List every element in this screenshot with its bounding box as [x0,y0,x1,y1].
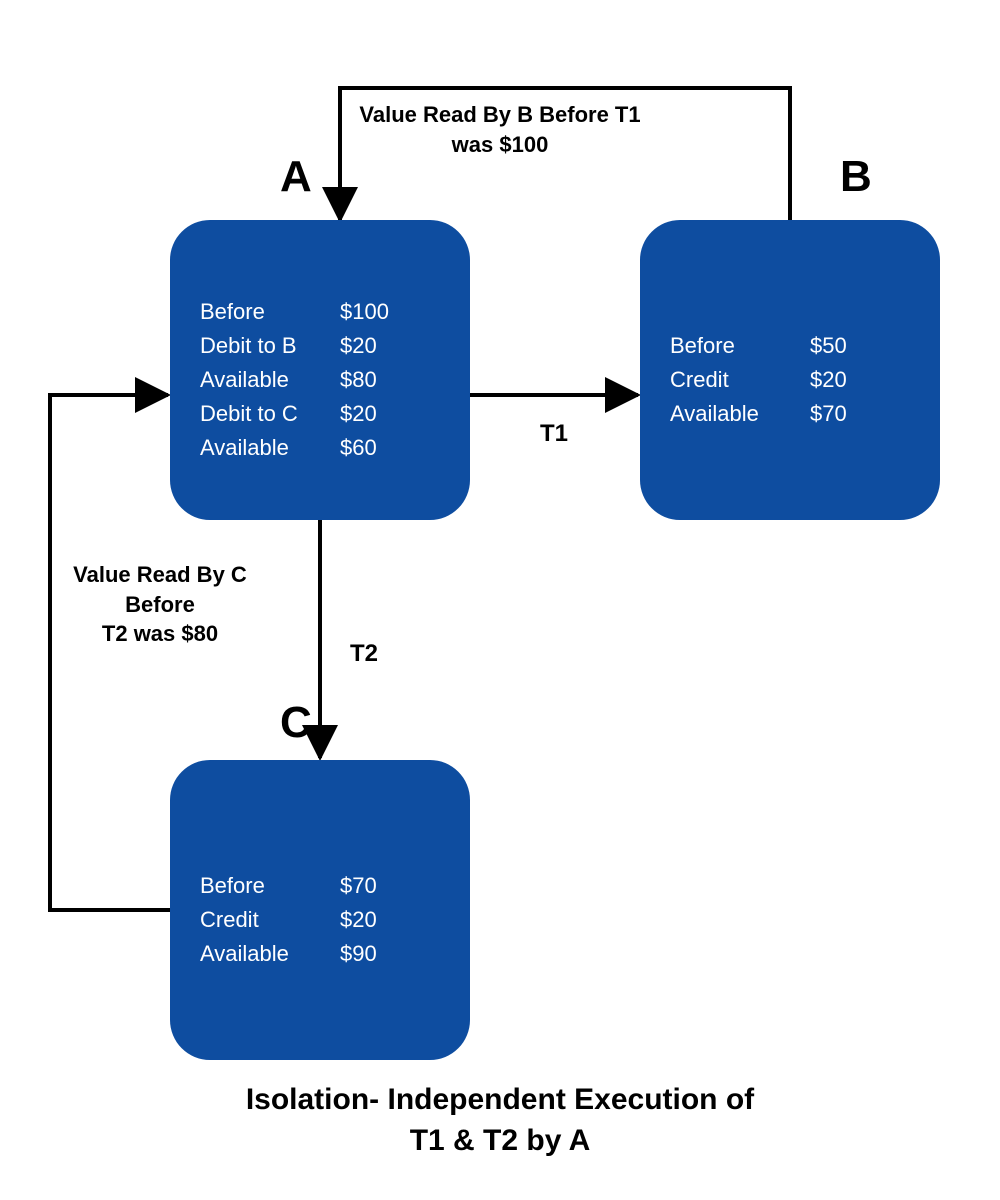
node-b-row: Before$50 [670,329,910,363]
row-label: Before [200,295,340,329]
node-a-row: Before$100 [200,295,440,329]
node-a-row: Available$60 [200,431,440,465]
annotation-read-by-b: Value Read By B Before T1 was $100 [340,100,660,159]
row-label: Debit to B [200,329,340,363]
caption-line: Isolation- Independent Execution of [246,1083,754,1116]
row-label: Credit [200,903,340,937]
row-value: $20 [810,363,880,397]
node-b-box: Before$50 Credit$20 Available$70 [640,220,940,520]
node-c-box: Before$70 Credit$20 Available$90 [170,760,470,1060]
node-a-label: A [280,152,312,202]
node-b-row: Available$70 [670,397,910,431]
diagram-caption: Isolation- Independent Execution of T1 &… [0,1080,1000,1161]
annotation-line: Before [125,592,195,617]
node-c-label: C [280,698,312,748]
node-c-row: Credit$20 [200,903,440,937]
node-a-row: Debit to C$20 [200,397,440,431]
row-value: $20 [340,903,410,937]
caption-line: T1 & T2 by A [410,1124,591,1157]
node-a-box: Before$100 Debit to B$20 Available$80 De… [170,220,470,520]
edge-c-reads-a [50,395,170,910]
row-value: $20 [340,329,410,363]
row-label: Available [200,937,340,971]
row-label: Available [670,397,810,431]
row-value: $100 [340,295,410,329]
row-label: Debit to C [200,397,340,431]
row-value: $60 [340,431,410,465]
node-a-row: Debit to B$20 [200,329,440,363]
row-value: $80 [340,363,410,397]
annotation-line: Value Read By C [73,562,247,587]
row-value: $20 [340,397,410,431]
edge-label-t2: T2 [350,640,378,668]
node-b-label: B [840,152,872,202]
edge-label-t1: T1 [540,420,568,448]
row-value: $50 [810,329,880,363]
annotation-read-by-c: Value Read By C Before T2 was $80 [60,560,260,649]
row-label: Available [200,363,340,397]
node-c-row: Before$70 [200,869,440,903]
row-value: $70 [810,397,880,431]
node-c-row: Available$90 [200,937,440,971]
row-value: $90 [340,937,410,971]
node-b-row: Credit$20 [670,363,910,397]
annotation-line: T2 was $80 [102,621,218,646]
row-value: $70 [340,869,410,903]
node-a-row: Available$80 [200,363,440,397]
row-label: Available [200,431,340,465]
row-label: Credit [670,363,810,397]
row-label: Before [200,869,340,903]
row-label: Before [670,329,810,363]
